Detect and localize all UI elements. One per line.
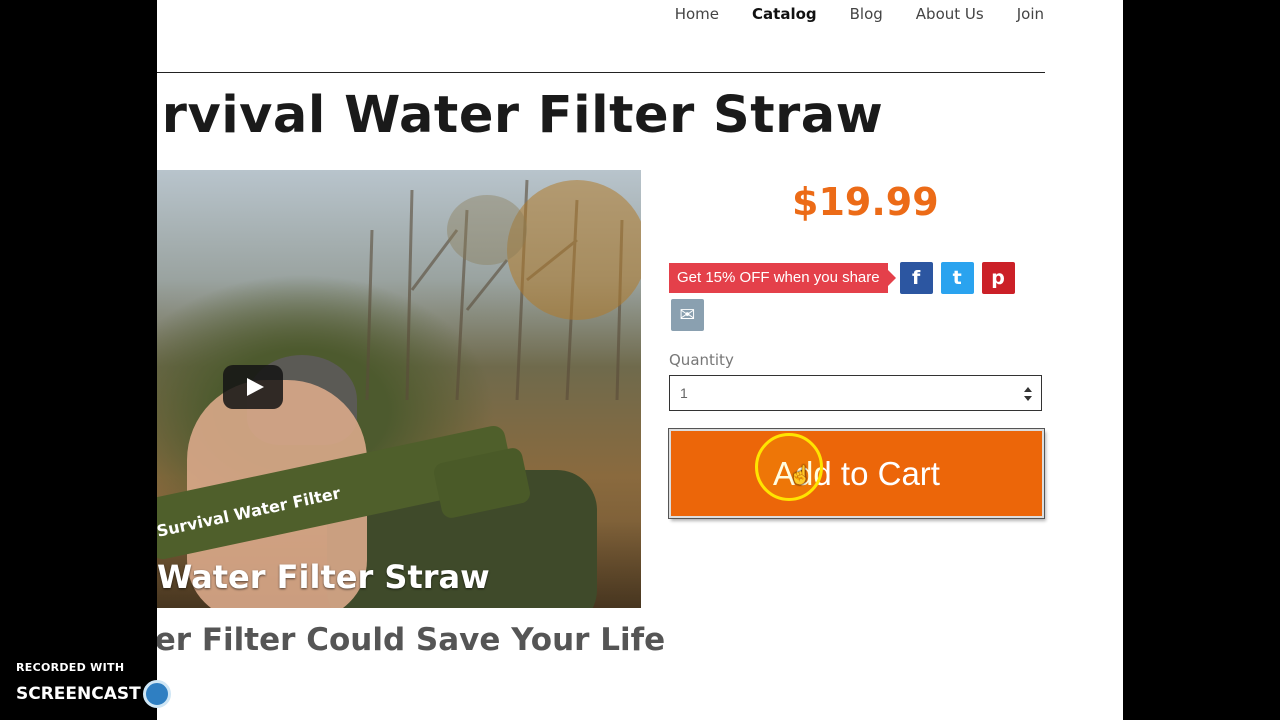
watermark-brand: SCREENCAST MATIC <box>16 680 232 708</box>
nav-home[interactable]: Home <box>675 5 719 23</box>
section-subheading: ater Filter Could Save Your Life <box>157 622 666 658</box>
share-discount-badge: Get 15% OFF when you share <box>669 263 896 293</box>
quantity-value: 1 <box>680 385 688 401</box>
play-icon[interactable] <box>223 365 283 409</box>
video-title: Water Filter Straw <box>157 558 490 596</box>
pinterest-icon[interactable]: p <box>981 262 1015 294</box>
share-row: Get 15% OFF when you share f t p <box>669 262 1015 294</box>
nav-join[interactable]: Join <box>1017 5 1044 23</box>
twitter-icon[interactable]: t <box>940 262 974 294</box>
product-title: urvival Water Filter Straw <box>157 86 884 145</box>
nav-blog[interactable]: Blog <box>850 5 883 23</box>
watermark-brand-part1: SCREENCAST <box>16 684 141 704</box>
hand-cursor-icon: ☝ <box>789 465 812 485</box>
screencast-logo-icon <box>142 680 171 708</box>
watermark-recorded-with: RECORDED WITH <box>16 661 125 674</box>
add-to-cart-button[interactable]: Add to Cart <box>669 429 1044 518</box>
header-divider <box>157 72 1045 73</box>
facebook-icon[interactable]: f <box>899 262 933 294</box>
nav-about-us[interactable]: About Us <box>916 5 984 23</box>
product-video[interactable]: Survival Water Filter Water Filter Straw <box>157 170 641 608</box>
main-nav: Home Catalog Blog About Us Join <box>642 5 1044 23</box>
email-share-icon[interactable]: ✉ <box>671 299 704 331</box>
watermark-brand-part2: MATIC <box>172 684 232 704</box>
screencast-watermark: RECORDED WITH SCREENCAST MATIC <box>16 661 232 708</box>
product-price: $19.99 <box>792 180 939 224</box>
quantity-select[interactable]: 1 <box>669 375 1042 411</box>
product-page: Home Catalog Blog About Us Join urvival … <box>157 0 1123 720</box>
nav-catalog[interactable]: Catalog <box>752 5 817 23</box>
quantity-label: Quantity <box>669 351 734 369</box>
select-arrows-icon <box>1024 387 1032 401</box>
